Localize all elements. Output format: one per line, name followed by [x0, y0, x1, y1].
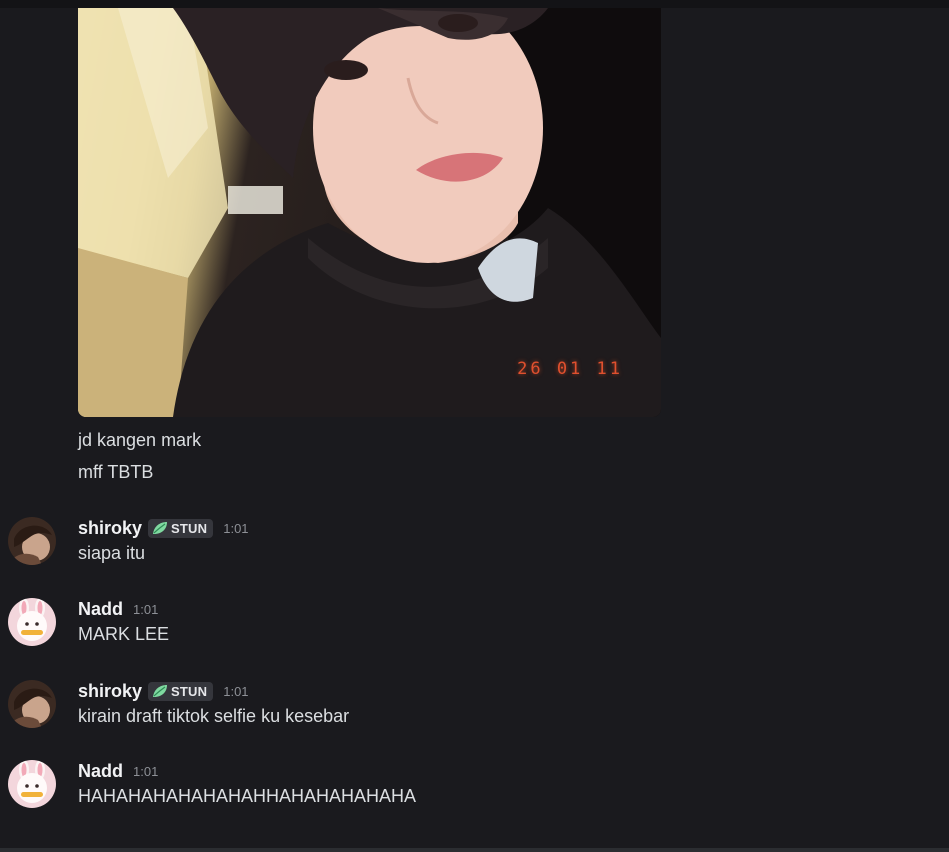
image-attachment[interactable]: 26 01 11 — [78, 8, 661, 417]
guild-tag[interactable]: STUN — [148, 681, 214, 701]
avatar[interactable] — [8, 760, 56, 808]
avatar[interactable] — [8, 598, 56, 646]
bottom-divider — [0, 848, 949, 852]
message-content: siapa itu — [78, 543, 146, 563]
photo-date-stamp: 26 01 11 — [517, 359, 623, 379]
username[interactable]: Nadd — [78, 599, 123, 620]
timestamp: 1:01 — [133, 601, 159, 617]
message-text: mff TBTB — [78, 462, 154, 482]
selfie-photo — [78, 8, 661, 417]
avatar[interactable] — [8, 517, 56, 565]
message-content: kirain draft tiktok selfie ku kesebar — [78, 706, 350, 726]
guild-tag-label: STUN — [171, 520, 208, 536]
leaf-icon — [153, 522, 168, 534]
username[interactable]: shiroky — [78, 518, 142, 539]
username[interactable]: shiroky — [78, 681, 142, 702]
timestamp: 1:01 — [223, 520, 249, 536]
message-content: HAHAHAHAHAHAHAHHAHAHAHAHAHA — [78, 786, 417, 806]
guild-tag-label: STUN — [171, 683, 208, 699]
avatar[interactable] — [8, 680, 56, 728]
timestamp: 1:01 — [223, 683, 249, 699]
guild-tag[interactable]: STUN — [148, 518, 214, 538]
timestamp: 1:01 — [133, 763, 159, 779]
top-divider — [0, 0, 949, 8]
message-content: MARK LEE — [78, 624, 170, 644]
message-text: jd kangen mark — [78, 430, 202, 450]
username[interactable]: Nadd — [78, 761, 123, 782]
leaf-icon — [153, 685, 168, 697]
